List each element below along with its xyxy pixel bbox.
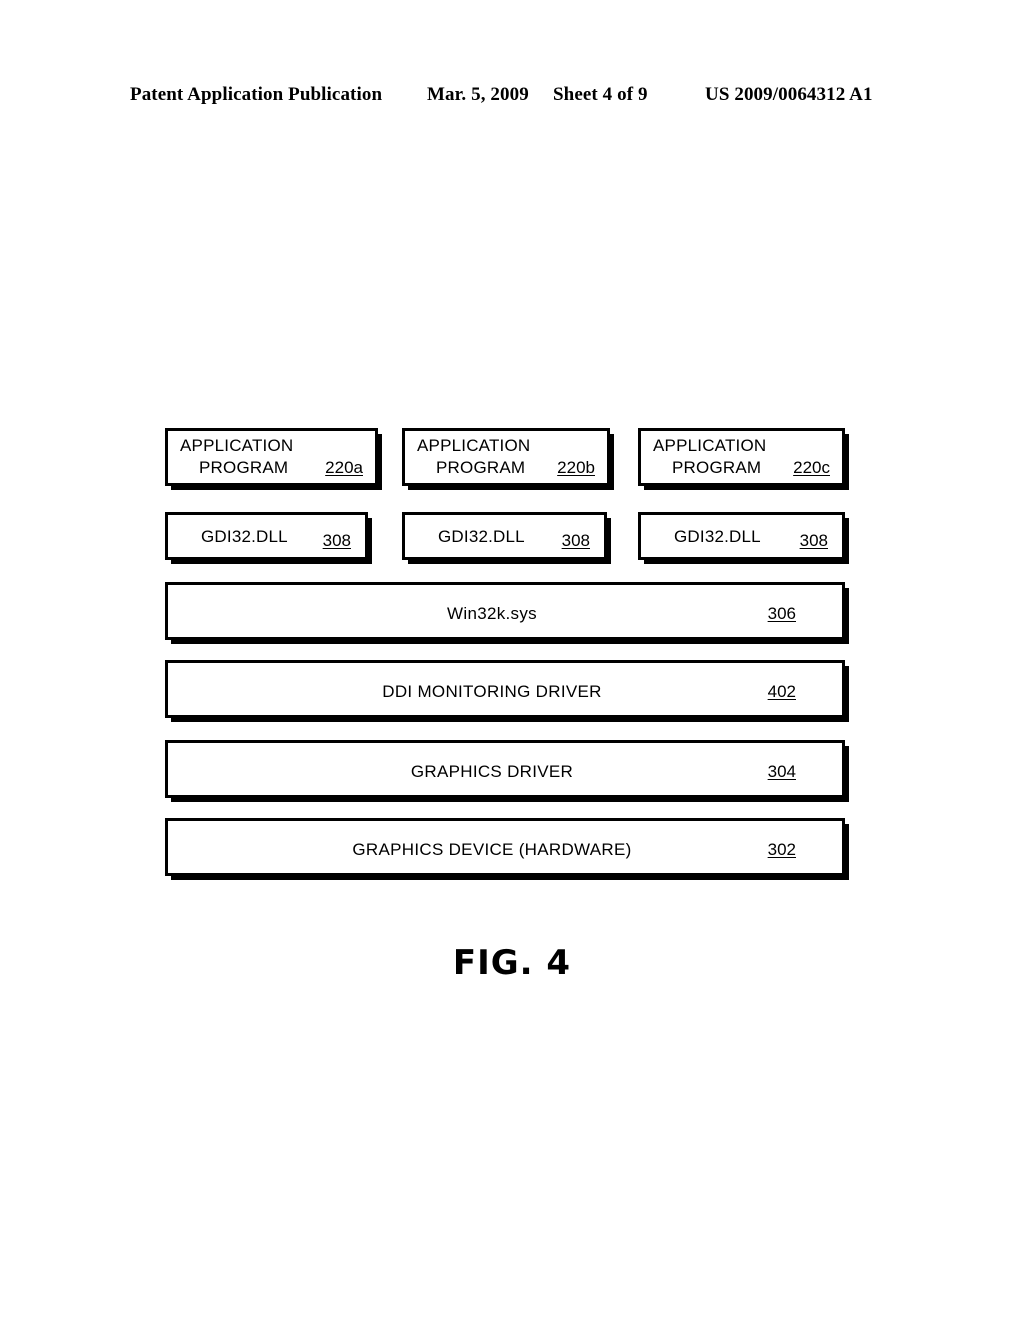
figure-4-diagram: APPLICATION PROGRAM 220a APPLICATION PRO… xyxy=(0,0,1024,1320)
win32k-sys-layer-box: Win32k.sys 306 xyxy=(165,582,845,640)
graphics-driver-label: GRAPHICS DRIVER xyxy=(410,762,574,781)
gdi32-dll-box-left: GDI32.DLL 308 xyxy=(165,512,368,560)
reference-numeral-304: 304 xyxy=(767,762,796,781)
reference-numeral-402: 402 xyxy=(767,682,796,701)
ddi-monitoring-driver-label: DDI MONITORING DRIVER xyxy=(382,682,602,701)
reference-numeral-220c: 220c xyxy=(793,458,830,477)
gdi32-dll-label: GDI32.DLL xyxy=(438,527,525,546)
graphics-device-hardware-layer-box: GRAPHICS DEVICE (HARDWARE) 302 xyxy=(165,818,845,876)
win32k-sys-label: Win32k.sys xyxy=(447,604,537,623)
ddi-monitoring-driver-layer-box: DDI MONITORING DRIVER 402 xyxy=(165,660,845,718)
reference-numeral-220a: 220a xyxy=(325,458,363,477)
reference-numeral-302: 302 xyxy=(767,840,796,859)
graphics-device-hardware-label: GRAPHICS DEVICE (HARDWARE) xyxy=(352,840,632,859)
gdi32-dll-label: GDI32.DLL xyxy=(201,527,288,546)
application-program-line1: APPLICATION xyxy=(180,436,294,455)
reference-numeral-308-middle: 308 xyxy=(561,531,590,550)
figure-caption: FIG. 4 xyxy=(452,943,572,983)
graphics-driver-layer-box: GRAPHICS DRIVER 304 xyxy=(165,740,845,798)
reference-numeral-308-right: 308 xyxy=(799,531,828,550)
application-program-line2: PROGRAM xyxy=(672,458,762,477)
application-program-line2: PROGRAM xyxy=(436,458,526,477)
reference-numeral-306: 306 xyxy=(767,604,796,623)
application-program-line1: APPLICATION xyxy=(653,436,767,455)
reference-numeral-220b: 220b xyxy=(557,458,595,477)
gdi32-dll-box-right: GDI32.DLL 308 xyxy=(638,512,845,560)
application-program-box-220c: APPLICATION PROGRAM 220c xyxy=(638,428,845,486)
gdi32-dll-box-middle: GDI32.DLL 308 xyxy=(402,512,607,560)
reference-numeral-308-left: 308 xyxy=(322,531,351,550)
application-program-box-220a: APPLICATION PROGRAM 220a xyxy=(165,428,378,486)
application-program-box-220b: APPLICATION PROGRAM 220b xyxy=(402,428,610,486)
application-program-line2: PROGRAM xyxy=(199,458,289,477)
gdi32-dll-label: GDI32.DLL xyxy=(674,527,761,546)
application-program-line1: APPLICATION xyxy=(417,436,531,455)
